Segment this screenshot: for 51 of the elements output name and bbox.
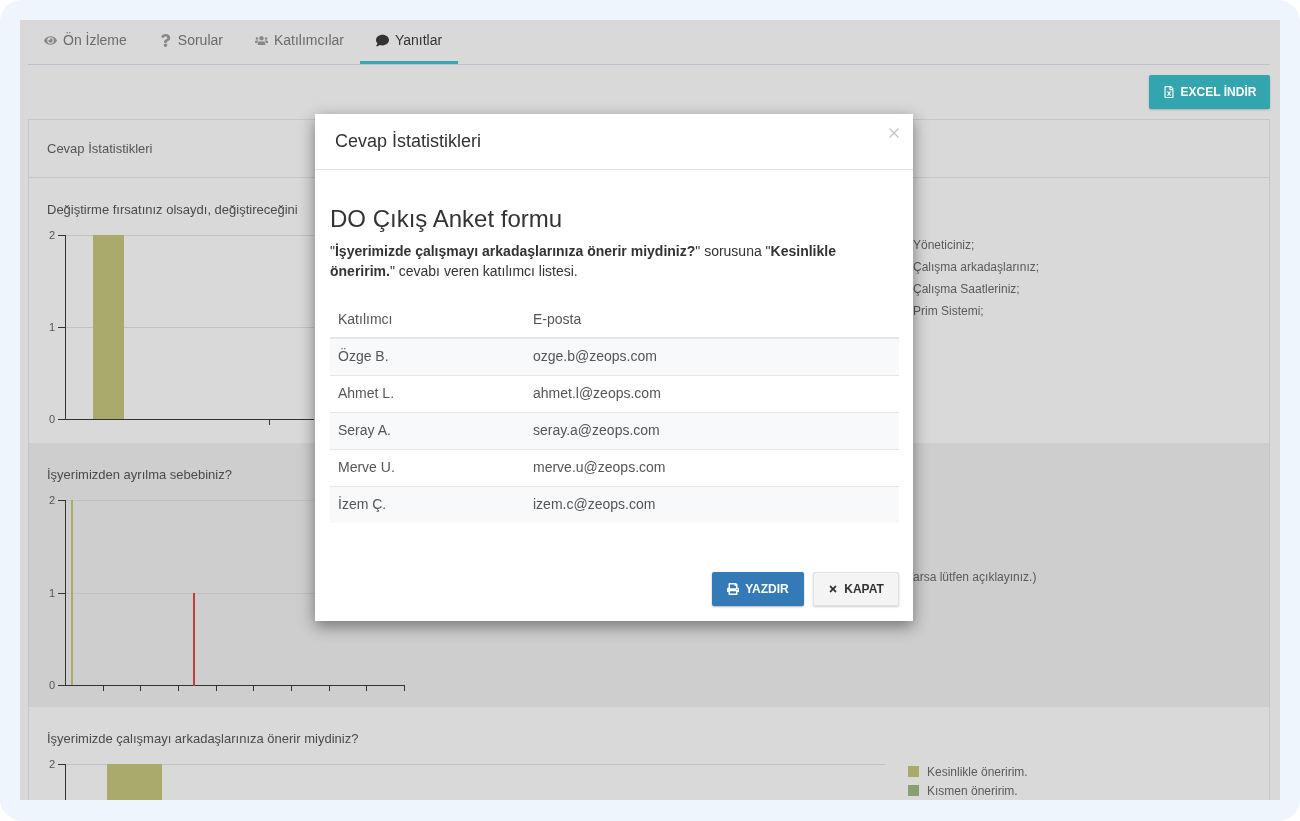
- table-cell: Özge B.: [338, 348, 389, 365]
- legend-label: Prim Sistemi;: [913, 303, 984, 320]
- tab[interactable]: Sorular: [142, 20, 239, 64]
- question-title: İşyerimizden ayrılma sebebiniz?: [47, 466, 232, 484]
- legend-label: Çalışma Saatleriniz;: [913, 281, 1020, 298]
- description-text: "İşyerimizde çalışmayı arkadaşlarınıza önerir miydiniz?" sorusuna "Kesinlikle öneririm." cevabı veren katılımcı listesi.: [330, 242, 837, 281]
- spreadsheet-file-icon: [1162, 86, 1175, 98]
- card-title: Cevap İstatistikleri: [47, 139, 153, 158]
- column-header: Katılımcı: [338, 311, 393, 327]
- y-axis-label: 0: [48, 679, 55, 691]
- y-axis-label: 2: [48, 758, 55, 770]
- printer-icon: [727, 583, 740, 595]
- y-axis-label: 1: [48, 321, 55, 333]
- question-title: İşyerimizde çalışmayı arkadaşlarınıza önerir miydiniz?: [47, 730, 359, 748]
- y-axis: [57, 763, 66, 800]
- question-title: Değiştirme fırsatınız olsaydı, değiştireceğini: [47, 201, 298, 219]
- tab[interactable]: Katılımcılar: [238, 20, 360, 64]
- table-cell: izem.c@zeops.com: [533, 496, 656, 513]
- table-cell: İzem Ç.: [338, 496, 387, 513]
- y-axis-label: 0: [48, 413, 55, 425]
- legend-label: Kesinlikle öneririm.: [927, 763, 1028, 781]
- y-axis-label: 1: [48, 587, 55, 599]
- chart-bar: [107, 764, 162, 800]
- table-cell: seray.a@zeops.com: [533, 422, 660, 438]
- column-header: E-posta: [533, 311, 582, 327]
- question-icon: [158, 34, 172, 47]
- table-cell: Ahmet L.: [338, 385, 395, 401]
- modal-title: Cevap İstatistikleri: [335, 130, 482, 153]
- tab[interactable]: Ön İzleme: [28, 20, 143, 64]
- tab[interactable]: Yanıtlar: [359, 20, 459, 64]
- legend-label: arsa lütfen açıklayınız.): [913, 569, 1037, 586]
- legend-label: Çalışma arkadaşlarınız;: [913, 259, 1040, 276]
- excel-download-button[interactable]: EXCEL İNDİR: [1149, 75, 1270, 109]
- close-icon: [889, 127, 899, 138]
- legend-label: Yöneticiniz;: [913, 237, 975, 254]
- print-button[interactable]: YAZDIR: [712, 572, 804, 606]
- close-button[interactable]: [889, 127, 899, 138]
- table-cell: ozge.b@zeops.com: [533, 348, 657, 365]
- close-dialog-button[interactable]: KAPAT: [813, 572, 899, 606]
- users-icon: [254, 34, 268, 47]
- table-cell: ahmet.l@zeops.com: [533, 385, 661, 401]
- table-cell: Seray A.: [338, 422, 391, 438]
- close-icon: [828, 584, 839, 594]
- table-cell: merve.u@zeops.com: [533, 459, 666, 475]
- eye-icon: [44, 34, 57, 47]
- y-axis-label: 2: [48, 229, 55, 241]
- legend-label: Kısmen öneririm.: [927, 782, 1018, 800]
- table-cell: Merve U.: [338, 459, 395, 475]
- y-axis-label: 2: [48, 494, 55, 506]
- speech-bubble-icon: [375, 34, 389, 47]
- form-title: DO Çıkış Anket formu: [330, 204, 563, 234]
